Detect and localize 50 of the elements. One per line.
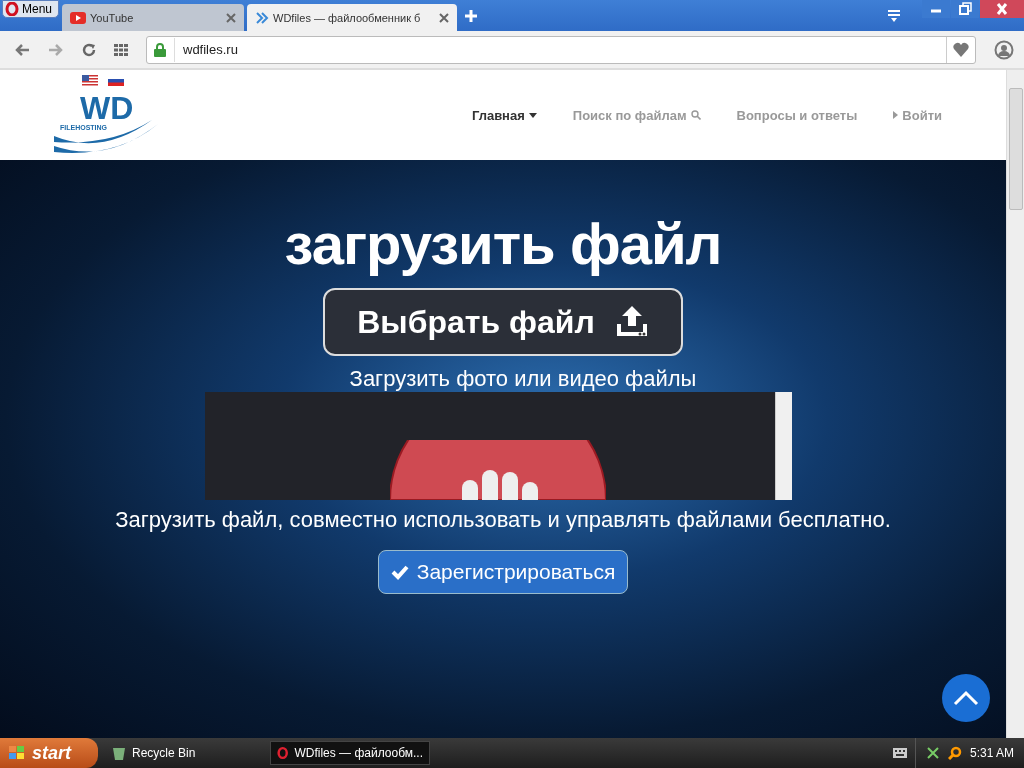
hero-subtitle: Загрузить фото или видео файлы	[349, 366, 697, 392]
close-icon[interactable]	[226, 12, 237, 23]
tab-title: YouTube	[90, 11, 135, 24]
taskbar-item-label: WDfiles — файлообм...	[294, 746, 423, 760]
caret-icon	[893, 111, 899, 119]
lock-icon	[154, 42, 166, 57]
user-icon[interactable]	[994, 39, 1014, 60]
close-icon[interactable]	[980, 0, 1024, 18]
register-button[interactable]: Зарегистрироваться	[377, 550, 629, 594]
keyboard-icon[interactable]	[892, 748, 907, 758]
menu-button[interactable]: Menu	[2, 0, 60, 18]
url-text: wdfiles.ru	[183, 42, 238, 57]
logo-text: WD	[80, 89, 134, 126]
hero-title: загрузить файл	[284, 212, 722, 276]
us-flag-icon[interactable]	[82, 74, 98, 86]
caret-icon	[528, 112, 537, 118]
tab-title: WDfiles — файлообменник б	[273, 11, 422, 24]
recycle-bin-icon	[112, 745, 126, 761]
new-tab-icon[interactable]	[464, 8, 479, 23]
taskbar-item[interactable]: WDfiles — файлообм...	[270, 741, 430, 765]
upload-icon	[614, 306, 649, 338]
check-icon	[390, 564, 409, 580]
address-field[interactable]: wdfiles.ru	[146, 35, 976, 64]
browser-tab[interactable]: YouTube	[62, 4, 245, 31]
close-icon[interactable]	[439, 12, 450, 23]
chevron-up-icon	[953, 690, 979, 706]
taskbar-item[interactable]: Recycle Bin	[106, 741, 256, 765]
browser-tab[interactable]: WDfiles — файлообменник б	[247, 4, 458, 31]
scroll-bar[interactable]	[774, 392, 792, 500]
choose-file-button[interactable]: Выбрать файл	[323, 288, 683, 356]
search-icon	[690, 110, 701, 120]
start-button[interactable]: start	[0, 738, 98, 768]
opera-logo-icon	[5, 2, 19, 16]
grid-icon[interactable]	[114, 43, 128, 56]
restore-icon[interactable]	[951, 0, 979, 18]
minimize-icon[interactable]	[922, 0, 950, 18]
chevrons-icon	[255, 10, 270, 25]
scroll-to-top-button[interactable]	[942, 674, 990, 722]
clock: 5:31 AM	[969, 746, 1014, 760]
search-icon[interactable]	[947, 746, 962, 760]
reload-icon[interactable]	[82, 42, 96, 57]
taskbar-item-label: Recycle Bin	[132, 746, 196, 760]
opera-logo-icon	[277, 746, 289, 760]
play-icon	[70, 11, 87, 24]
nav-link[interactable]: Главная	[471, 107, 537, 123]
windows-logo-icon	[8, 745, 26, 761]
hero-tagline: Загрузить файл, совместно использовать и управлять файлами бесплатно.	[115, 506, 891, 534]
scroll-bar[interactable]	[1006, 70, 1024, 738]
back-icon[interactable]	[14, 42, 30, 57]
tab-menu-icon[interactable]	[887, 8, 901, 23]
